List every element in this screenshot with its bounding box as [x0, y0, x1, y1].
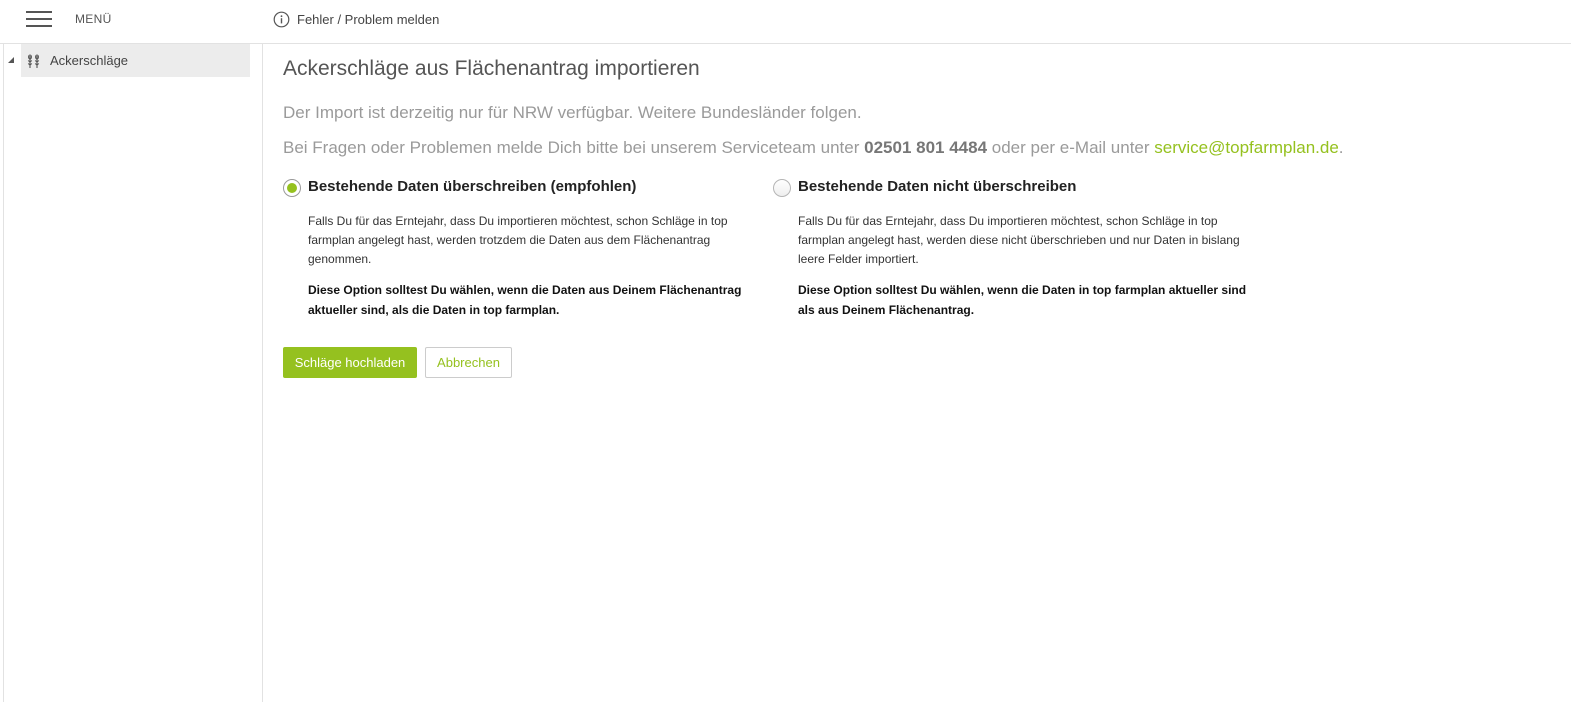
menu-label[interactable]: MENÜ: [75, 12, 112, 26]
sidebar-item-ackerschlaege[interactable]: Ackerschläge: [21, 44, 250, 77]
option-no-overwrite-advice: Diese Option solltest Du wählen, wenn di…: [798, 283, 1247, 317]
contact-prefix: Bei Fragen oder Problemen melde Dich bit…: [283, 138, 865, 157]
option-overwrite-title[interactable]: Bestehende Daten überschreiben (empfohle…: [308, 178, 636, 195]
service-email-link[interactable]: service@topfarmplan.de: [1154, 138, 1339, 157]
contact-info: Bei Fragen oder Problemen melde Dich bit…: [283, 138, 1344, 158]
contact-suffix: .: [1338, 138, 1344, 157]
left-edge-border: [0, 44, 4, 702]
crop-icon: [27, 53, 40, 68]
tree-expanded-icon[interactable]: [7, 56, 15, 64]
option-overwrite-advice: Diese Option solltest Du wählen, wenn di…: [308, 283, 742, 317]
page-title: Ackerschläge aus Flächenantrag importier…: [283, 57, 700, 80]
availability-notice: Der Import ist derzeitig nur für NRW ver…: [283, 103, 862, 122]
option-no-overwrite-title[interactable]: Bestehende Daten nicht überschreiben: [798, 178, 1076, 195]
hamburger-menu-icon[interactable]: [26, 10, 52, 28]
service-phone: 02501 801 4484: [864, 138, 988, 157]
sidebar-item-label: Ackerschläge: [50, 53, 129, 68]
radio-overwrite[interactable]: [283, 179, 301, 197]
info-icon: [273, 11, 290, 27]
radio-no-overwrite[interactable]: [773, 179, 791, 197]
top-bar: MENÜ Fehler / Problem melden: [0, 0, 1571, 44]
sidebar-divider: [262, 44, 263, 702]
contact-middle: oder per e-Mail unter: [987, 138, 1155, 157]
option-overwrite-description: Falls Du für das Erntejahr, dass Du impo…: [308, 214, 728, 266]
report-problem-label: Fehler / Problem melden: [297, 11, 440, 27]
cancel-button[interactable]: Abbrechen: [425, 347, 512, 378]
option-no-overwrite-description: Falls Du für das Erntejahr, dass Du impo…: [798, 214, 1240, 266]
upload-button[interactable]: Schläge hochladen: [283, 347, 417, 378]
report-problem-link[interactable]: Fehler / Problem melden: [273, 10, 439, 28]
